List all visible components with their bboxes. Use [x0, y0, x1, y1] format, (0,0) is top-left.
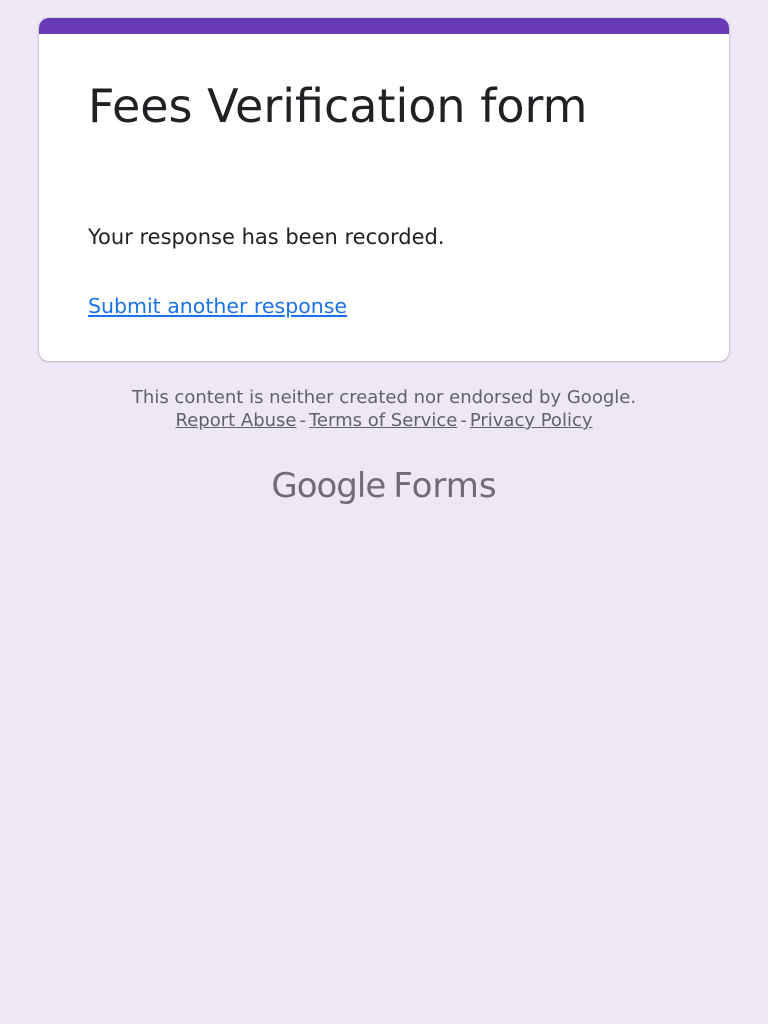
card-accent-bar	[39, 18, 729, 34]
privacy-policy-link[interactable]: Privacy Policy	[470, 410, 593, 431]
footer: This content is neither created nor endo…	[0, 386, 768, 432]
disclaimer-text: This content is neither created nor endo…	[131, 387, 637, 408]
forms-wordmark: Forms	[393, 466, 497, 506]
link-separator: -	[460, 410, 467, 431]
form-title: Fees Verification form	[88, 79, 588, 133]
terms-of-service-link[interactable]: Terms of Service	[309, 410, 457, 431]
report-abuse-link[interactable]: Report Abuse	[176, 410, 297, 431]
confirmation-message: Your response has been recorded.	[88, 225, 445, 249]
submit-another-response-link[interactable]: Submit another response	[88, 292, 347, 320]
google-forms-logo[interactable]: Google Forms	[0, 464, 768, 508]
google-wordmark: Google	[271, 466, 386, 506]
confirmation-card: Fees Verification form Your response has…	[39, 18, 729, 361]
footer-links: Report Abuse - Terms of Service - Privacy Po…	[0, 409, 768, 432]
link-separator: -	[299, 410, 307, 431]
